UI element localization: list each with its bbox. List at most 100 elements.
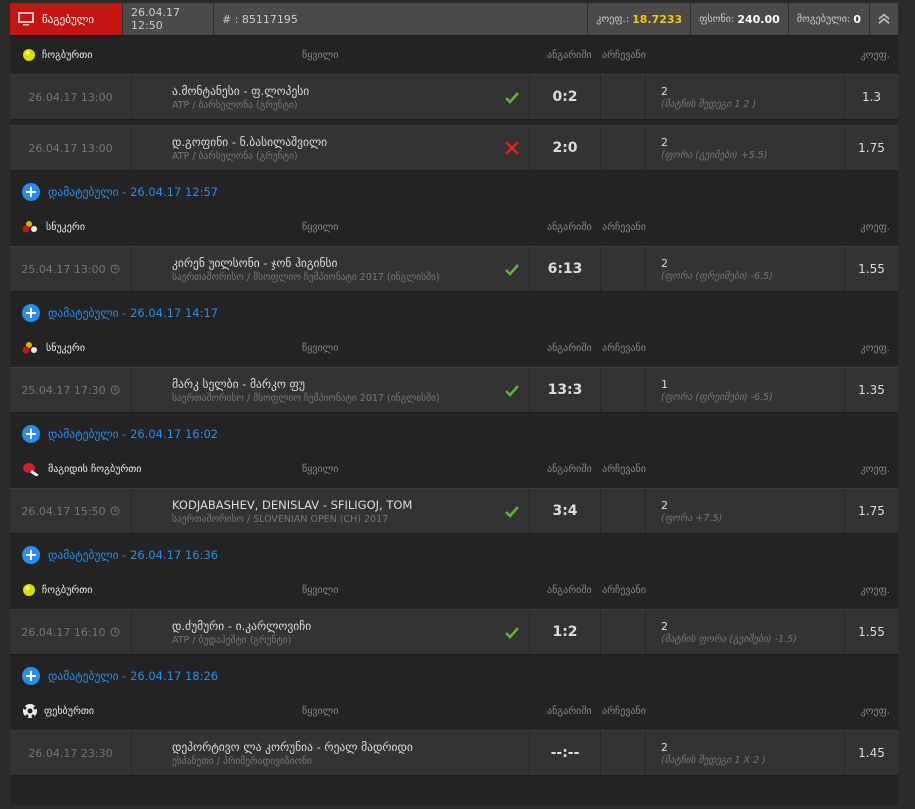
sport-name: ჩოგბურთი xyxy=(42,584,93,596)
tennis-ball-icon xyxy=(22,583,36,597)
loss-cross-icon xyxy=(505,141,519,155)
col-choice: არჩევანი xyxy=(602,342,646,354)
status-badge: წაგებული xyxy=(10,3,123,35)
col-odds: კოეფ. xyxy=(860,463,890,475)
score: 6:13 xyxy=(530,247,601,291)
sport-name: სნუკერი xyxy=(46,342,85,354)
event-date: 26.04.17 13:00 xyxy=(28,141,113,155)
bet-ticket-panel: წაგებული 26.04.17 12:50 # : 85117195 კოე… xyxy=(10,3,898,805)
league-name: ATP / ბუდაპეშტი (გრუნტი) xyxy=(172,634,292,646)
added-bet-line: + დამატებული - 26.04.17 18:26 xyxy=(10,660,898,692)
bet-row: 25.04.17 17:30 მარკ სელბი - მარკო ფუ საერ… xyxy=(10,367,898,413)
stake-value: 240.00 xyxy=(737,12,780,26)
clock-icon xyxy=(110,627,120,637)
pick: 1 xyxy=(661,377,668,391)
col-choice: არჩევანი xyxy=(602,463,646,475)
sport-name: ჩოგბურთი xyxy=(42,49,93,61)
bet-row: 26.04.17 15:50 KODJABASHEV, DENISLAV - S… xyxy=(10,488,898,534)
sport-header: სნუკერი წყვილი ანგარიში არჩევანი კოეფ. xyxy=(10,329,898,367)
bet-row: 26.04.17 16:10 დ.ძუმური - ი.კარლოვიჩი ATP… xyxy=(10,609,898,655)
stake-label: ფსონი: xyxy=(699,13,735,25)
bet-odds: 1.75 xyxy=(858,504,885,518)
score: 0:2 xyxy=(530,75,601,119)
added-bet-line: + დამატებული - 26.04.17 12:57 xyxy=(10,176,898,208)
bet-row: 26.04.17 13:00 ა.მონტანესი - ფ.ლოპესი ATP… xyxy=(10,74,898,120)
col-choice: არჩევანი xyxy=(602,221,646,233)
market: (მატჩის შედეგი 1 2 ) xyxy=(661,98,757,110)
col-choice: არჩევანი xyxy=(602,584,646,596)
collapse-button[interactable] xyxy=(870,3,898,35)
match-name: დ.გოფინი - ნ.ბასილაშვილი xyxy=(172,134,328,149)
league-name: საერთაშორისო / მსოფლიო ჩემპიონატი 2017 (… xyxy=(172,392,440,404)
bet-row: 26.04.17 13:00 დ.გოფინი - ნ.ბასილაშვილი A… xyxy=(10,125,898,171)
bet-odds: 1.45 xyxy=(858,746,885,760)
sport-name: მაგიდის ჩოგბურთი xyxy=(48,463,142,475)
status-label: წაგებული xyxy=(42,12,95,26)
sport-header: მაგიდის ჩოგბურთი წყვილი ანგარიში არჩევან… xyxy=(10,450,898,488)
ticket-number: # : 85117195 xyxy=(214,3,589,35)
win-check-icon xyxy=(505,92,519,104)
plus-icon[interactable]: + xyxy=(22,667,40,685)
event-date: 25.04.17 13:00 xyxy=(21,262,106,276)
sport-name: სნუკერი xyxy=(46,221,85,233)
col-score: ანგარიში xyxy=(547,463,592,475)
pick: 2 xyxy=(661,256,668,270)
col-score: ანგარიში xyxy=(547,49,592,61)
market: (მატჩის შედეგი 1 X 2 ) xyxy=(661,754,766,766)
event-date: 26.04.17 13:00 xyxy=(28,90,113,104)
soccer-ball-icon xyxy=(22,703,38,719)
col-pair: წყვილი xyxy=(302,49,339,61)
event-date: 25.04.17 17:30 xyxy=(21,383,106,397)
event-date: 26.04.17 16:10 xyxy=(21,625,106,639)
win-check-icon xyxy=(505,627,519,639)
bet-odds: 1.55 xyxy=(858,262,885,276)
scrollbar[interactable] xyxy=(902,0,915,809)
event-date: 26.04.17 23:30 xyxy=(28,746,113,760)
plus-icon[interactable]: + xyxy=(22,304,40,322)
added-bet-line: + დამატებული - 26.04.17 16:02 xyxy=(10,418,898,450)
col-score: ანგარიში xyxy=(547,705,592,717)
col-odds: კოეფ. xyxy=(860,221,890,233)
col-score: ანგარიში xyxy=(547,584,592,596)
score: 13:3 xyxy=(530,368,601,412)
market: (ფორა +7.5) xyxy=(661,512,723,524)
bet-odds: 1.35 xyxy=(858,383,885,397)
ticket-header: წაგებული 26.04.17 12:50 # : 85117195 კოე… xyxy=(10,3,898,36)
sport-header: ფეხბურთი წყვილი ანგარიში არჩევანი კოეფ. xyxy=(10,692,898,730)
col-score: ანგარიში xyxy=(547,221,592,233)
col-score: ანგარიში xyxy=(547,342,592,354)
plus-icon[interactable]: + xyxy=(22,425,40,443)
plus-icon[interactable]: + xyxy=(22,183,40,201)
added-label: დამატებული - 26.04.17 16:36 xyxy=(48,548,219,562)
league-name: ATP / ბარსელონა (გრუნტი) xyxy=(172,99,298,111)
pick: 2 xyxy=(661,135,668,149)
event-date: 26.04.17 15:50 xyxy=(21,504,106,518)
bet-row: 26.04.17 23:30 დეპორტივო ლა კორუნია - რე… xyxy=(10,730,898,776)
league-name: ესპანეთი / პრიმერადივიზიონი xyxy=(172,755,312,767)
market: (ფორა (ფრეიმები) -6.5) xyxy=(661,270,773,282)
win-check-icon xyxy=(505,264,519,276)
score: --:-- xyxy=(530,731,601,775)
added-label: დამატებული - 26.04.17 14:17 xyxy=(48,306,219,320)
odds-value: 18.7233 xyxy=(632,12,683,26)
added-label: დამატებული - 26.04.17 16:02 xyxy=(48,427,219,441)
sport-header: ჩოგბურთი წყვილი ანგარიში არჩევანი კოეფ. xyxy=(10,36,898,74)
score: 2:0 xyxy=(530,126,601,170)
col-odds: კოეფ. xyxy=(860,49,890,61)
col-pair: წყვილი xyxy=(302,584,339,596)
pick: 2 xyxy=(661,619,668,633)
bet-odds: 1.3 xyxy=(861,90,882,104)
clock-icon xyxy=(110,385,120,395)
col-pair: წყვილი xyxy=(302,221,339,233)
winnings: მოგებული: 0 xyxy=(789,3,870,35)
bet-list: ჩოგბურთი წყვილი ანგარიში არჩევანი კოეფ. … xyxy=(10,36,898,776)
col-pair: წყვილი xyxy=(302,705,339,717)
match-name: KODJABASHEV, DENISLAV - SFILIGOJ, TOM xyxy=(172,497,413,512)
snooker-balls-icon xyxy=(22,341,40,355)
won-value: 0 xyxy=(853,12,861,26)
added-bet-line: + დამატებული - 26.04.17 14:17 xyxy=(10,297,898,329)
col-pair: წყვილი xyxy=(302,463,339,475)
plus-icon[interactable]: + xyxy=(22,546,40,564)
score: 1:2 xyxy=(530,610,601,654)
match-name: კირენ უილსონი - ჯონ ჰიგინსი xyxy=(172,255,338,270)
